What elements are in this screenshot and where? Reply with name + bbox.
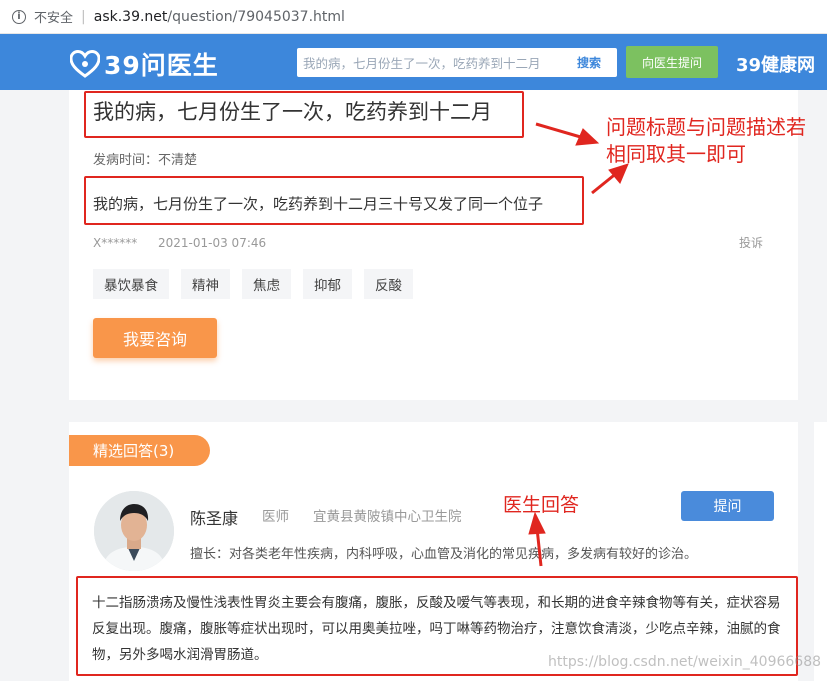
heart-logo-icon (70, 50, 100, 78)
address-separator: | (81, 8, 86, 25)
annotation-note-line2: 相同取其一即可 (606, 142, 746, 166)
consult-button[interactable]: 我要咨询 (93, 318, 217, 358)
doctor-hospital: 宜黄县黄陂镇中心卫生院 (313, 509, 462, 525)
report-link[interactable]: 投诉 (739, 234, 763, 251)
watermark: https://blog.csdn.net/weixin_40966688 (548, 654, 822, 670)
security-label: 不安全 (34, 11, 74, 26)
question-user: X****** (93, 236, 138, 250)
tag-item[interactable]: 暴饮暴食 (93, 269, 169, 299)
site-logo[interactable]: 39问医生 (70, 46, 219, 82)
side-strip (814, 422, 827, 681)
address-bar[interactable]: i 不安全 | ask.39.net/question/79045037.htm… (0, 0, 827, 34)
ask-doctor-button[interactable]: 向医生提问 (626, 46, 718, 78)
search-button[interactable]: 搜索 (561, 54, 617, 71)
doctor-name[interactable]: 陈圣康 (190, 505, 238, 529)
doctor-role: 医师 (262, 509, 289, 525)
url-path: /question/79045037.html (167, 8, 345, 25)
tag-list: 暴饮暴食 精神 焦虑 抑郁 反酸 (93, 269, 413, 299)
tag-item[interactable]: 焦虑 (242, 269, 291, 299)
logo-text: 39问医生 (104, 51, 219, 80)
site-header: 39问医生 我的病，七月份生了一次，吃药养到十二月 搜索 向医生提问 39健康网 (0, 34, 827, 90)
doctor-avatar[interactable] (94, 491, 174, 571)
selected-answers-tab[interactable]: 精选回答(3) (69, 435, 210, 466)
tag-item[interactable]: 抑郁 (303, 269, 352, 299)
annotation-note-line1: 问题标题与问题描述若 (606, 115, 806, 139)
doctor-specialty: 擅长：对各类老年性疾病，内科呼吸，心血管及消化的常见疾病，多发病有较好的诊治。 (190, 547, 698, 562)
info-icon[interactable]: i (12, 9, 26, 24)
onset-time: 发病时间：不清楚 (93, 153, 198, 168)
brand-link[interactable]: 39健康网 (736, 51, 815, 77)
tag-item[interactable]: 反酸 (364, 269, 413, 299)
search-input[interactable]: 我的病，七月份生了一次，吃药养到十二月 (297, 53, 561, 72)
annotation-doctor-answer: 医生回答 (503, 494, 580, 516)
tag-item[interactable]: 精神 (181, 269, 230, 299)
question-date: 2021-01-03 07:46 (158, 236, 267, 250)
search-box[interactable]: 我的病，七月份生了一次，吃药养到十二月 搜索 (297, 48, 617, 77)
ask-doctor-question-button[interactable]: 提问 (681, 491, 774, 521)
title-highlight-box (84, 91, 524, 138)
doctor-photo (94, 491, 174, 571)
url-text[interactable]: ask.39.net/question/79045037.html (94, 9, 345, 25)
description-highlight-box (84, 176, 584, 225)
url-host: ask.39.net (93, 8, 168, 25)
